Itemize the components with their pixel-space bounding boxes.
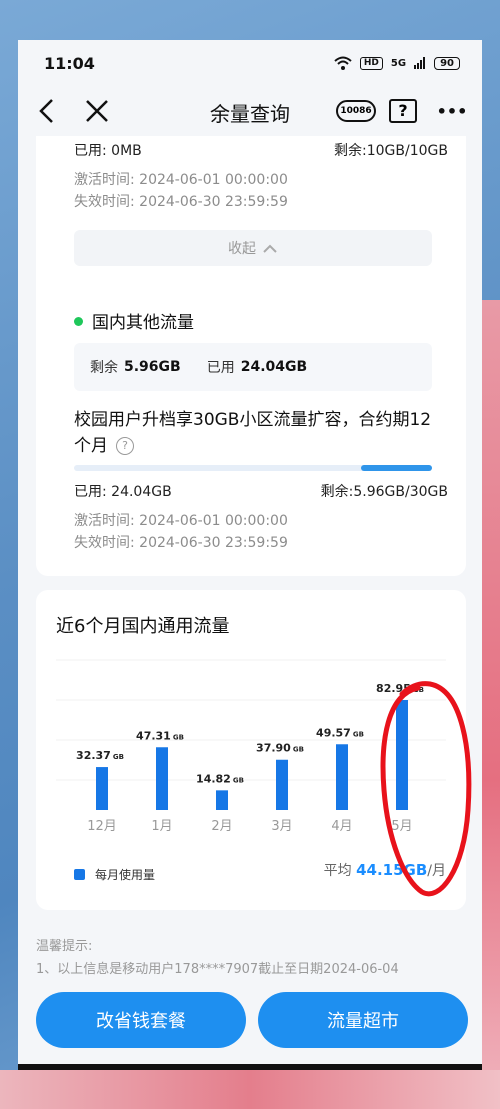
chart-bar	[216, 790, 228, 810]
x-tick-label: 4月	[331, 819, 352, 834]
customer-service-button[interactable]: 10086	[336, 94, 376, 128]
battery-icon: 90	[434, 56, 460, 70]
lower-remaining: 剩余:5.96GB/30GB	[320, 484, 448, 500]
chart-legend: 每月使用量	[74, 866, 155, 883]
service-icon: 10086	[336, 100, 376, 122]
phone-screen: 11:04 HD 5G 90 余量查询 10086 ? ••• 已用: 0MB …	[18, 40, 482, 1068]
help-icon: ?	[389, 99, 417, 123]
remaining-label: 剩余	[90, 360, 118, 376]
lower-expire-time: 失效时间: 2024-06-30 23:59:59	[74, 535, 288, 551]
close-icon	[86, 100, 108, 122]
status-time: 11:04	[44, 53, 95, 73]
bar-value-label: 32.37 GB	[76, 749, 124, 762]
collapse-button[interactable]: 收起	[74, 230, 432, 266]
upper-expire-time: 失效时间: 2024-06-30 23:59:59	[74, 194, 288, 210]
bar-value-label: 49.57 GB	[316, 726, 364, 739]
x-tick-label: 1月	[151, 819, 172, 834]
red-annotation-circle	[380, 681, 472, 897]
flow-detail-card: 已用: 0MB 剩余:10GB/10GB 激活时间: 2024-06-01 00…	[36, 136, 466, 576]
remaining-value: 5.96GB	[124, 359, 181, 375]
bar-value-label: 14.82 GB	[196, 772, 244, 785]
upper-remaining: 剩余:10GB/10GB	[334, 143, 448, 159]
chart-bar	[96, 767, 108, 810]
phone-bottom-edge	[18, 1064, 482, 1070]
bar-value-label: 47.31 GB	[136, 729, 184, 742]
close-button[interactable]	[82, 94, 112, 128]
chart-bar	[156, 747, 168, 810]
upper-used: 已用: 0MB	[74, 143, 142, 159]
tips-title: 温馨提示:	[36, 939, 93, 954]
wifi-icon	[334, 56, 352, 70]
used-value: 24.04GB	[240, 359, 308, 375]
chart-bar	[276, 759, 288, 810]
lower-used: 已用: 24.04GB	[74, 484, 172, 500]
background-bottom	[0, 1070, 500, 1109]
lower-activate-time: 激活时间: 2024-06-01 00:00:00	[74, 513, 288, 529]
more-button[interactable]: •••	[432, 94, 472, 128]
nav-bar: 余量查询 10086 ? •••	[18, 86, 482, 136]
status-bar: 11:04 HD 5G 90	[18, 40, 482, 86]
chevron-up-icon	[263, 244, 277, 253]
plan-name: 校园用户升档享30GB小区流量扩容，合约期12个月?	[74, 407, 434, 459]
chart-title: 近6个月国内通用流量	[56, 616, 230, 637]
signal-icon: 5G	[390, 57, 407, 69]
chart-bar	[336, 744, 348, 810]
legend-label: 每月使用量	[95, 868, 156, 882]
used-label: 已用	[206, 360, 235, 376]
hd-icon: HD	[359, 56, 383, 70]
back-button[interactable]	[32, 94, 62, 128]
tips-line: 1、以上信息是移动用户178****7907截止至日期2024-06-04	[36, 962, 399, 977]
back-arrow-icon	[39, 99, 53, 123]
x-tick-label: 12月	[87, 819, 117, 834]
help-button[interactable]: ?	[386, 94, 420, 128]
status-dot-icon	[74, 317, 83, 326]
change-plan-button[interactable]: 改省钱套餐	[36, 992, 246, 1048]
question-icon[interactable]: ?	[116, 437, 134, 455]
legend-swatch	[74, 869, 85, 880]
bar-value-label: 37.90 GB	[256, 742, 304, 755]
upper-activate-time: 激活时间: 2024-06-01 00:00:00	[74, 172, 288, 188]
usage-progress-fill	[360, 465, 432, 471]
data-market-button[interactable]: 流量超市	[258, 992, 468, 1048]
usage-progress-bar	[74, 465, 432, 471]
domestic-other-title: 国内其他流量	[92, 313, 194, 333]
signal-bars-icon	[414, 57, 426, 69]
collapse-label: 收起	[228, 241, 256, 257]
x-tick-label: 2月	[211, 819, 232, 834]
average-label: 平均	[323, 863, 352, 879]
x-tick-label: 3月	[271, 819, 292, 834]
usage-summary-box: 剩余 5.96GB 已用 24.04GB	[74, 343, 432, 391]
status-icons: HD 5G 90	[334, 56, 460, 70]
